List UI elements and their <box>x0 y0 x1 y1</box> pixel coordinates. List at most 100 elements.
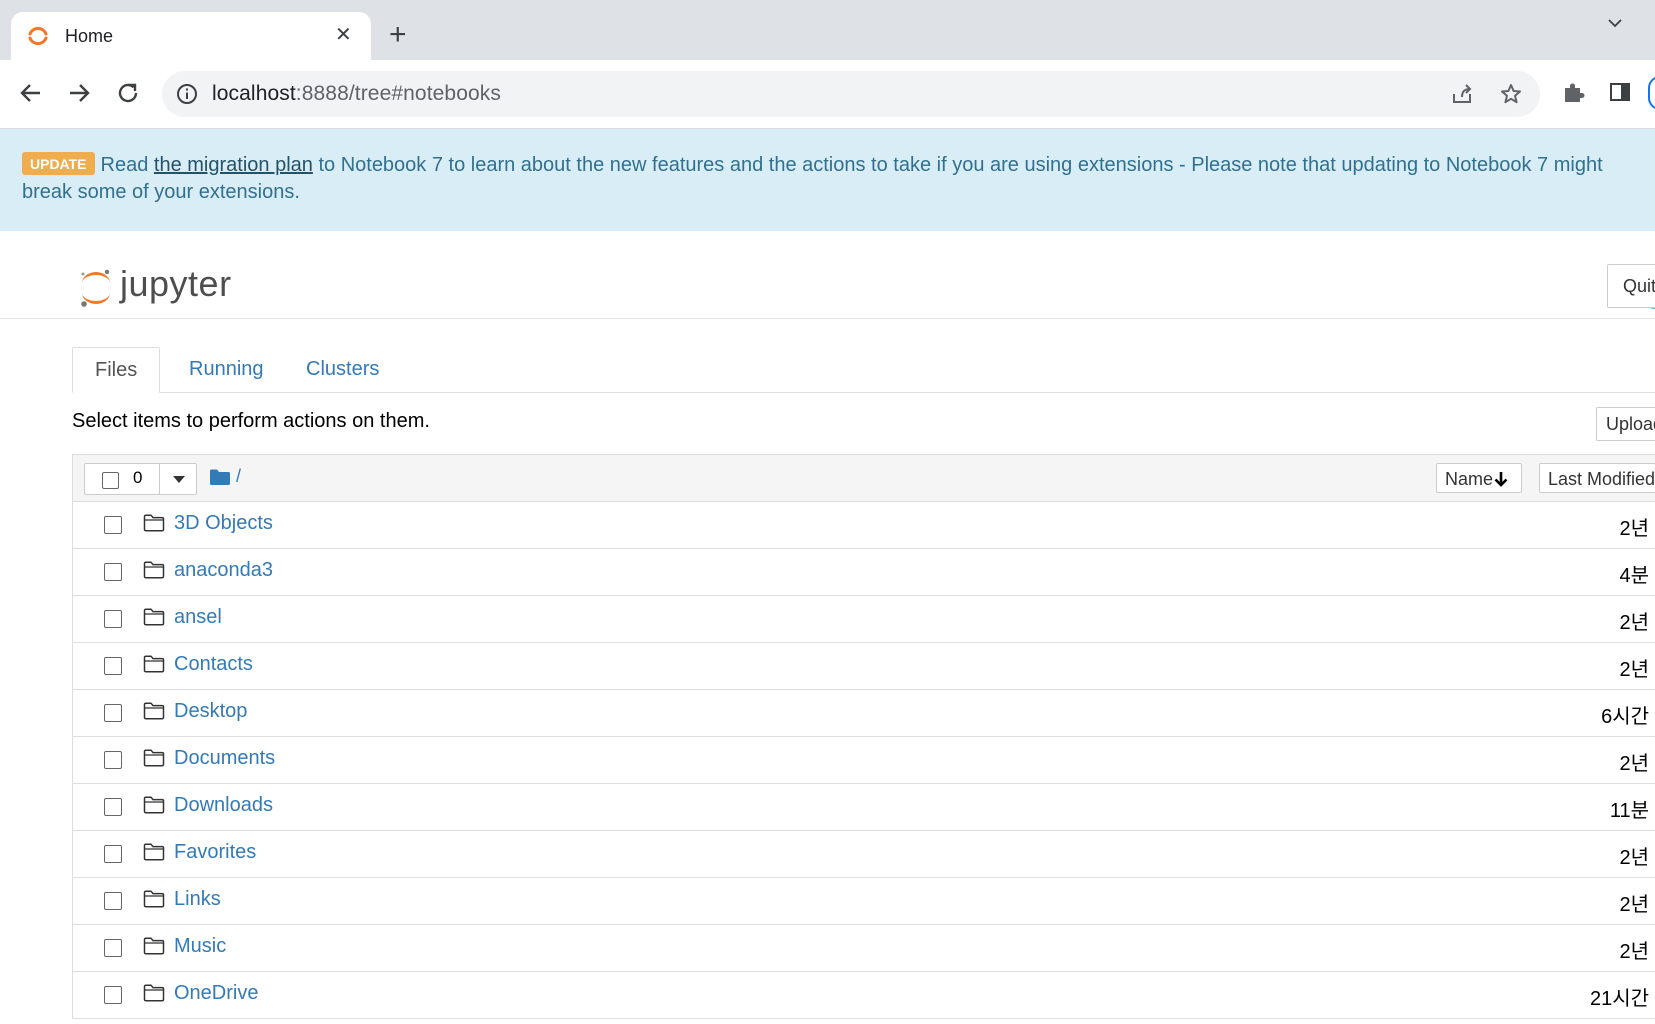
selection-hint: Select items to perform actions on them. <box>72 410 430 432</box>
last-modified: 2년 전 <box>1619 847 1655 869</box>
select-all-checkbox[interactable] <box>102 472 119 489</box>
new-tab-plus-icon[interactable]: + <box>389 20 407 50</box>
bookmark-star-icon[interactable] <box>1499 82 1523 106</box>
file-list-row[interactable]: 3D Objects 2년 전 <box>73 502 1655 549</box>
row-checkbox[interactable] <box>104 798 122 816</box>
sort-name-label: Name <box>1445 469 1494 489</box>
row-checkbox[interactable] <box>104 610 122 628</box>
file-list-header: 0 / Name Last Modified <box>73 455 1655 502</box>
row-checkbox[interactable] <box>104 751 122 769</box>
last-modified: 6시간 전 <box>1601 706 1655 728</box>
last-modified: 21시간 전 <box>1589 988 1655 1010</box>
folder-filled-icon[interactable] <box>210 469 230 485</box>
folder-name-link[interactable]: anaconda3 <box>174 559 273 582</box>
breadcrumb-root[interactable]: / <box>236 466 241 487</box>
alert-text-before: Read <box>100 154 149 176</box>
file-list-row[interactable]: Links 2년 전 <box>73 878 1655 925</box>
folder-name-link[interactable]: ansel <box>174 606 222 629</box>
file-list-row[interactable]: OneDrive 21시간 전 <box>73 972 1655 1019</box>
tab-files[interactable]: Files <box>72 347 161 393</box>
tab-search-chevron-icon[interactable] <box>1606 14 1624 32</box>
browser-tabstrip: Home ✕ + <box>0 0 1655 60</box>
last-modified: 2년 전 <box>1619 941 1655 963</box>
folder-name-link[interactable]: Favorites <box>174 841 256 864</box>
logo-wordmark: jupyter <box>120 263 232 304</box>
file-list-row[interactable]: anaconda3 4분 전 <box>73 549 1655 596</box>
last-modified: 2년 전 <box>1619 894 1655 916</box>
share-icon[interactable] <box>1450 82 1474 106</box>
folder-name-link[interactable]: 3D Objects <box>174 512 273 535</box>
folder-icon <box>143 796 165 814</box>
forward-arrow-icon[interactable] <box>66 80 92 106</box>
file-list-row[interactable]: Downloads 11분 전 <box>73 784 1655 831</box>
row-checkbox[interactable] <box>104 986 122 1004</box>
row-checkbox[interactable] <box>104 845 122 863</box>
row-checkbox[interactable] <box>104 516 122 534</box>
dashboard-tabs: Files Running Clusters <box>72 347 1655 393</box>
browser-tab-home[interactable]: Home ✕ <box>11 12 371 60</box>
quit-button[interactable]: Quit <box>1607 264 1655 308</box>
file-list-row[interactable]: ansel 2년 전 <box>73 596 1655 643</box>
folder-icon <box>143 561 165 579</box>
file-list-row[interactable]: Contacts 2년 전 <box>73 643 1655 690</box>
site-info-icon[interactable] <box>176 83 198 105</box>
file-list-row[interactable]: Music 2년 전 <box>73 925 1655 972</box>
file-list-row[interactable]: Favorites 2년 전 <box>73 831 1655 878</box>
url-path: :8888/tree#notebooks <box>295 82 501 105</box>
last-modified: 2년 전 <box>1619 518 1655 540</box>
folder-icon <box>143 655 165 673</box>
last-modified: 4분 전 <box>1619 565 1655 587</box>
folder-icon <box>143 608 165 626</box>
tab-running[interactable]: Running <box>167 347 286 391</box>
row-checkbox[interactable] <box>104 892 122 910</box>
last-modified: 2년 전 <box>1619 612 1655 634</box>
reload-icon[interactable] <box>115 80 141 106</box>
row-checkbox[interactable] <box>104 939 122 957</box>
selected-count: 0 <box>133 468 143 487</box>
upload-button[interactable]: Upload <box>1596 407 1655 441</box>
extensions-puzzle-icon[interactable] <box>1561 79 1587 105</box>
update-alert: UPDATE Read the migration plan to Noteboo… <box>0 129 1655 309</box>
tab-clusters[interactable]: Clusters <box>284 347 401 391</box>
migration-plan-link[interactable]: the migration plan <box>154 154 313 176</box>
jupyter-header: jupyter Quit <box>0 231 1655 319</box>
folder-icon <box>143 702 165 720</box>
row-checkbox[interactable] <box>104 704 122 722</box>
side-panel-icon[interactable] <box>1608 80 1632 104</box>
last-modified: 2년 전 <box>1619 753 1655 775</box>
folder-name-link[interactable]: Music <box>174 935 226 958</box>
folder-name-link[interactable]: Contacts <box>174 653 253 676</box>
folder-icon <box>143 937 165 955</box>
folder-name-link[interactable]: OneDrive <box>174 982 258 1005</box>
folder-icon <box>143 843 165 861</box>
last-modified: 2년 전 <box>1619 659 1655 681</box>
address-url: localhost:8888/tree#notebooks <box>212 82 501 106</box>
folder-icon <box>143 984 165 1002</box>
browser-toolbar: localhost:8888/tree#notebooks <box>0 60 1655 129</box>
folder-name-link[interactable]: Desktop <box>174 700 247 723</box>
update-badge: UPDATE <box>22 152 95 175</box>
folder-icon <box>143 514 165 532</box>
folder-icon <box>143 749 165 767</box>
file-rows: 3D Objects2년 전anaconda34분 전ansel2년 전Cont… <box>73 502 1655 1019</box>
row-checkbox[interactable] <box>104 563 122 581</box>
last-modified: 11분 전 <box>1609 800 1655 822</box>
url-host: localhost <box>212 82 296 105</box>
folder-name-link[interactable]: Links <box>174 888 221 911</box>
file-list-row[interactable]: Desktop 6시간 전 <box>73 690 1655 737</box>
close-tab-icon[interactable]: ✕ <box>335 24 352 46</box>
arrow-down-icon <box>1494 472 1508 487</box>
address-bar[interactable]: localhost:8888/tree#notebooks <box>162 71 1540 117</box>
select-all-group: 0 <box>84 463 197 495</box>
folder-name-link[interactable]: Documents <box>174 747 275 770</box>
folder-name-link[interactable]: Downloads <box>174 794 273 817</box>
jupyter-logo-icon <box>81 269 110 307</box>
back-arrow-icon[interactable] <box>18 80 44 106</box>
file-list: 0 / Name Last Modified 3D Objects 2년 전 ana… <box>72 454 1655 1019</box>
file-list-row[interactable]: Documents 2년 전 <box>73 737 1655 784</box>
browser-tab-title: Home <box>65 26 114 46</box>
sort-by-name-button[interactable]: Name <box>1436 463 1522 493</box>
sort-by-modified-button[interactable]: Last Modified <box>1539 463 1655 493</box>
row-checkbox[interactable] <box>104 657 122 675</box>
select-menu-caret-icon[interactable] <box>173 476 185 483</box>
